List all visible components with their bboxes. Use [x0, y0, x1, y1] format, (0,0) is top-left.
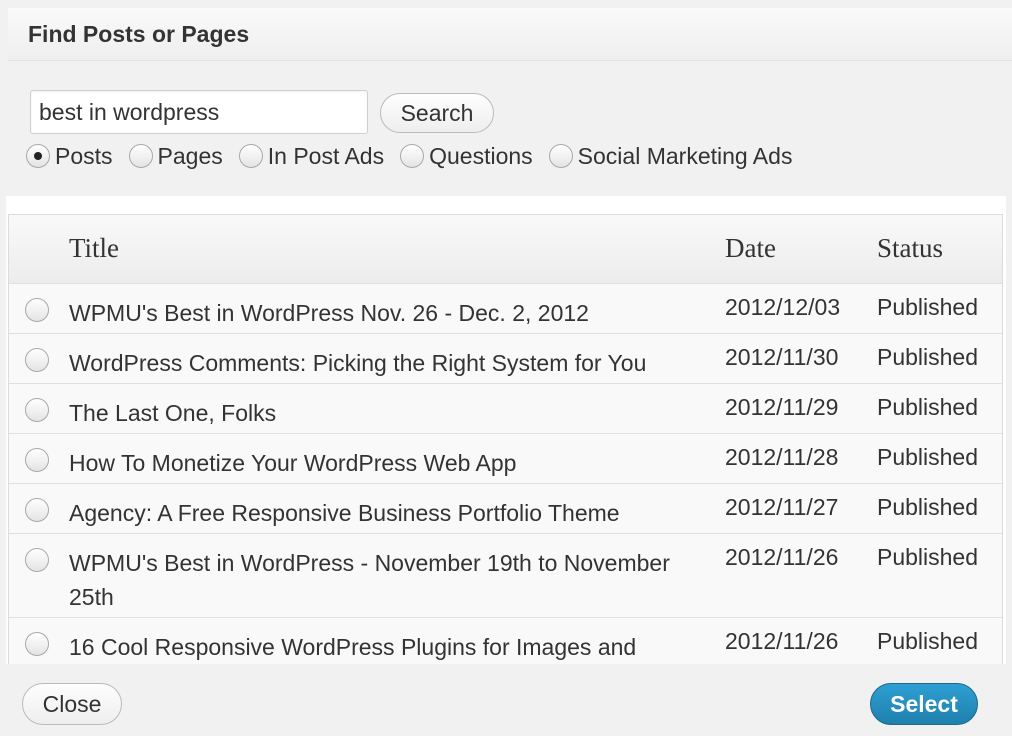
table-row[interactable]: WPMU's Best in WordPress Nov. 26 - Dec. … — [9, 284, 1002, 334]
column-header-status: Status — [877, 233, 944, 263]
filter-social-marketing-ads-label: Social Marketing Ads — [577, 142, 793, 169]
row-title: How To Monetize Your WordPress Web App — [69, 450, 517, 476]
row-select-radio[interactable] — [25, 298, 49, 322]
filter-social-marketing-ads[interactable]: Social Marketing Ads — [548, 142, 793, 170]
dialog-header: Find Posts or Pages — [8, 8, 1012, 61]
row-select-radio[interactable] — [25, 448, 49, 472]
row-title: The Last One, Folks — [69, 400, 277, 426]
dialog-title: Find Posts or Pages — [28, 21, 250, 47]
row-status: Published — [877, 394, 979, 420]
radio-in-post-ads[interactable] — [238, 144, 263, 168]
table-row[interactable]: WPMU's Best in WordPress - November 19th… — [9, 534, 1002, 618]
close-button[interactable]: Close — [22, 683, 122, 725]
row-date: 2012/11/30 — [725, 344, 839, 370]
filter-questions[interactable]: Questions — [400, 143, 533, 170]
row-select-radio[interactable] — [25, 548, 49, 572]
row-date: 2012/11/26 — [725, 544, 839, 570]
row-status: Published — [877, 628, 979, 654]
table-row[interactable]: Agency: A Free Responsive Business Portf… — [9, 484, 1002, 534]
row-status: Published — [877, 444, 979, 470]
results-table: Title Date Status WPMU's Best in WordPre… — [8, 214, 1003, 664]
row-date: 2012/11/26 — [725, 628, 839, 654]
column-header-title: Title — [69, 233, 120, 263]
row-date: 2012/11/27 — [725, 494, 839, 520]
table-row[interactable]: 16 Cool Responsive WordPress Plugins for… — [9, 618, 1002, 664]
filter-questions-label: Questions — [429, 142, 533, 169]
radio-questions[interactable] — [400, 144, 425, 168]
search-input[interactable] — [30, 90, 368, 134]
filter-posts-label: Posts — [55, 142, 113, 169]
row-title: WPMU's Best in WordPress - November 19th… — [69, 550, 670, 610]
radio-posts[interactable] — [26, 144, 50, 168]
row-status: Published — [877, 494, 979, 520]
row-date: 2012/11/28 — [725, 444, 839, 470]
filter-in-post-ads[interactable]: In Post Ads — [238, 142, 385, 170]
find-posts-dialog: Find Posts or Pages Search Posts Pages I… — [0, 0, 1012, 736]
row-status: Published — [877, 544, 979, 570]
filter-in-post-ads-label: In Post Ads — [267, 142, 385, 169]
row-select-radio[interactable] — [25, 348, 49, 372]
row-title: WordPress Comments: Picking the Right Sy… — [69, 350, 647, 376]
table-row[interactable]: How To Monetize Your WordPress Web App 2… — [9, 434, 1002, 484]
table-header: Title Date Status — [9, 215, 1002, 284]
post-type-filters: Posts Pages In Post Ads Questions Social… — [26, 140, 808, 172]
row-date: 2012/12/03 — [725, 294, 841, 320]
select-button[interactable]: Select — [870, 683, 978, 725]
table-row[interactable]: The Last One, Folks 2012/11/29 Published — [9, 384, 1002, 434]
table-row[interactable]: WordPress Comments: Picking the Right Sy… — [9, 334, 1002, 384]
row-status: Published — [877, 294, 979, 320]
filter-posts[interactable]: Posts — [26, 143, 113, 170]
search-button[interactable]: Search — [380, 93, 494, 133]
row-status: Published — [877, 344, 979, 370]
row-date: 2012/11/29 — [725, 394, 839, 420]
dialog-footer: Close Select — [0, 664, 1012, 736]
filter-pages[interactable]: Pages — [128, 142, 223, 170]
filter-pages-label: Pages — [157, 142, 223, 169]
search-results-panel[interactable]: Title Date Status WPMU's Best in WordPre… — [6, 196, 1006, 664]
row-title: 16 Cool Responsive WordPress Plugins for… — [69, 634, 637, 660]
row-select-radio[interactable] — [25, 398, 49, 422]
row-select-radio[interactable] — [25, 498, 49, 522]
radio-social-marketing-ads[interactable] — [548, 144, 573, 168]
row-title: WPMU's Best in WordPress Nov. 26 - Dec. … — [69, 300, 589, 326]
row-select-radio[interactable] — [25, 632, 49, 656]
column-header-date: Date — [725, 233, 776, 263]
radio-pages[interactable] — [128, 144, 153, 168]
row-title: Agency: A Free Responsive Business Portf… — [69, 500, 620, 526]
